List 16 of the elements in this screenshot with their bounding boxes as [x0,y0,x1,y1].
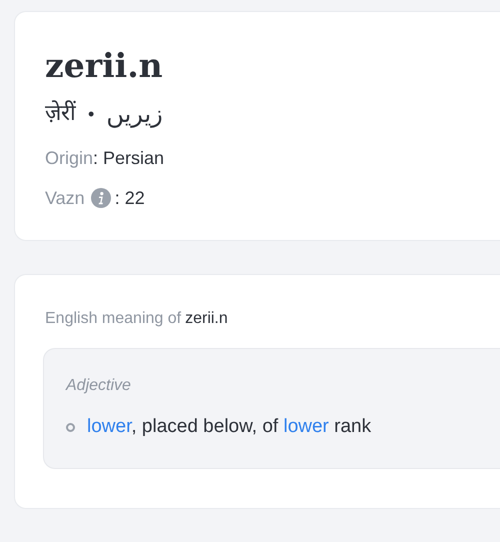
part-of-speech: Adjective [66,376,132,396]
info-icon[interactable] [90,188,111,208]
word-title: zerii.n [45,46,164,86]
meaning-text: lower, placed below, of lower rank [87,415,372,439]
separator-dot: • [88,103,94,126]
meaning-heading: English meaning of [45,310,182,327]
urdu-spelling: زیریں [106,99,163,130]
word-link[interactable]: lower [283,416,329,437]
origin-label: Origin [45,147,94,170]
hindi-spelling: ज़ेरीं [45,99,76,128]
bullet-icon [66,422,75,432]
word-link[interactable]: lower [87,416,132,437]
vazn-value: : 22 [114,187,145,210]
heading-word: zerii.n [185,310,228,327]
origin-value: : Persian [93,147,164,170]
vazn-label: Vazn [45,187,85,210]
